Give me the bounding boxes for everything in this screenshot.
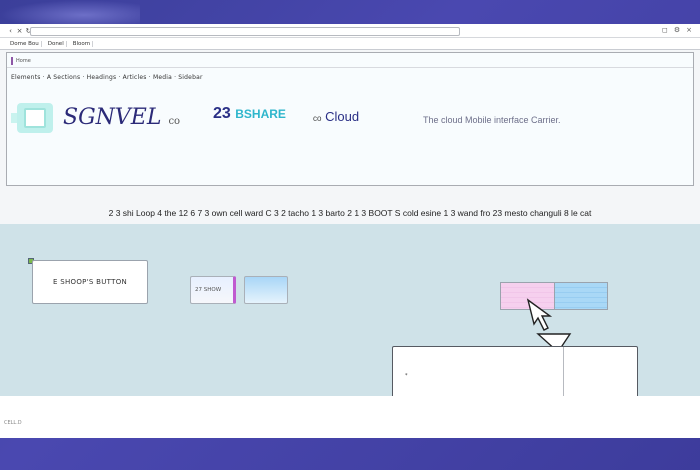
panel-tab[interactable]: Home	[11, 57, 31, 65]
toolbar-actions: ◻ ⚙ ×	[662, 26, 692, 34]
bookmark-item[interactable]: Dome Bou	[8, 40, 42, 47]
logo-icon	[11, 103, 59, 133]
panel-divider	[7, 67, 693, 68]
bookmark-item[interactable]: Bloom	[71, 40, 94, 47]
info-strip-text: 2 3 shi Loop 4 the 12 6 7 3 own cell war…	[108, 208, 592, 218]
address-bar[interactable]	[30, 27, 460, 36]
canvas-area: E SHOOP'S BUTTON 27 SHOW *	[0, 224, 700, 410]
tab-marker	[11, 57, 13, 65]
brand-main: SGNVEL	[63, 105, 162, 130]
footer-text: CELL.D	[4, 420, 22, 426]
bookmark-item[interactable]: Donel	[46, 40, 67, 47]
stat-number: 23	[213, 105, 231, 122]
footer: CELL.D	[0, 396, 700, 438]
header-panel: Home Elements · A Sections · Headings · …	[6, 52, 694, 186]
bookmarks-bar: Dome Bou Donel Bloom	[0, 38, 700, 50]
info-strip: 2 3 shi Loop 4 the 12 6 7 3 own cell war…	[0, 202, 700, 224]
secondary-prefix: co	[313, 114, 322, 123]
tagline: The cloud Mobile interface Carrier.	[423, 115, 561, 125]
dialog-text: *	[405, 373, 408, 379]
restore-icon[interactable]: ◻	[662, 26, 668, 34]
chip-button-b[interactable]	[244, 276, 288, 304]
stat-accent: BSHARE	[235, 107, 286, 121]
stat-headline: 23 BSHARE	[213, 105, 286, 123]
back-arrow-icon[interactable]: ‹	[6, 26, 15, 36]
settings-icon[interactable]: ⚙	[674, 26, 680, 34]
window-close-icon[interactable]: ×	[686, 26, 692, 34]
brand-small: co	[168, 116, 181, 127]
browser-window: ‹ × ↻ ◻ ⚙ × Dome Bou Donel Bloom Home El…	[0, 24, 700, 438]
brand-title: SGNVEL co	[63, 105, 180, 130]
close-icon[interactable]: ×	[15, 26, 24, 36]
panel-meta: Elements · A Sections · Headings · Artic…	[11, 74, 203, 81]
chip-button-a[interactable]: 27 SHOW	[190, 276, 236, 304]
secondary-main: Cloud	[325, 109, 360, 124]
secondary-headline: co Cloud	[313, 109, 359, 124]
browser-toolbar: ‹ × ↻ ◻ ⚙ ×	[0, 24, 700, 38]
primary-cta-button[interactable]: E SHOOP'S BUTTON	[32, 260, 148, 304]
panel-tab-label: Home	[16, 58, 31, 64]
